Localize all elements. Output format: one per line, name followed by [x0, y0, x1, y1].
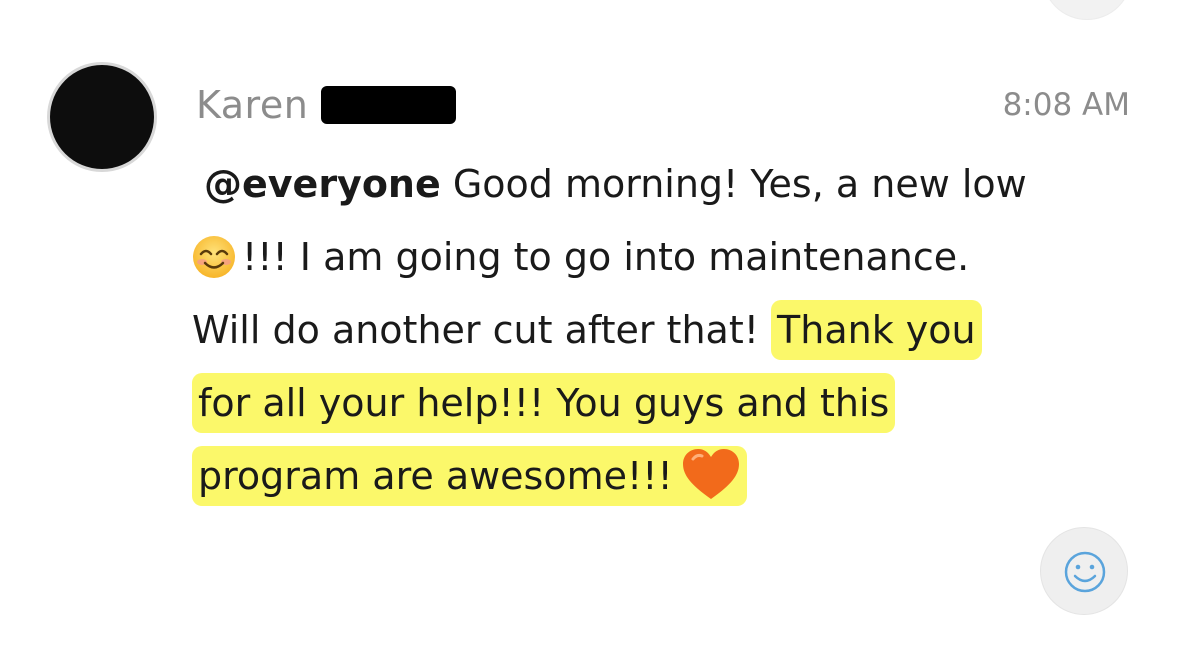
add-reaction-button[interactable]	[1040, 527, 1128, 615]
orange-heart-icon	[682, 449, 739, 499]
message-line: !!! I am going to go into maintenance.	[192, 221, 1132, 294]
smiley-icon	[1063, 0, 1113, 1]
sender-name[interactable]: Karen	[196, 80, 308, 130]
message-text: !!! I am going to go into maintenance.	[242, 235, 970, 279]
smiling-face-icon	[193, 236, 235, 278]
message-line: program are awesome!!!	[192, 440, 1132, 513]
redacted-surname-bar	[321, 86, 456, 124]
message-timestamp: 8:08 AM	[1002, 87, 1130, 123]
avatar[interactable]	[50, 65, 154, 169]
top-reaction-button-partial[interactable]	[1042, 0, 1132, 20]
highlighted-text: program are awesome!!!	[192, 446, 747, 506]
smiley-add-reaction-icon	[1064, 551, 1106, 593]
highlighted-text: for all your help!!! You guys and this	[192, 373, 896, 433]
message-line: @everyone Good morning! Yes, a new low	[192, 148, 1132, 221]
message-line: Will do another cut after that! Thank yo…	[192, 294, 1132, 367]
message-text: program are awesome!!!	[198, 454, 673, 498]
message-header: Karen 8:08 AM	[196, 80, 1130, 130]
message-line: for all your help!!! You guys and this	[192, 367, 1132, 440]
message-text: Good morning! Yes, a new low	[440, 162, 1027, 206]
message-body: @everyone Good morning! Yes, a new low !…	[192, 148, 1132, 513]
highlighted-text: Thank you	[771, 300, 982, 360]
everyone-mention[interactable]: @everyone	[192, 162, 441, 206]
message-text: Will do another cut after that!	[192, 308, 772, 352]
